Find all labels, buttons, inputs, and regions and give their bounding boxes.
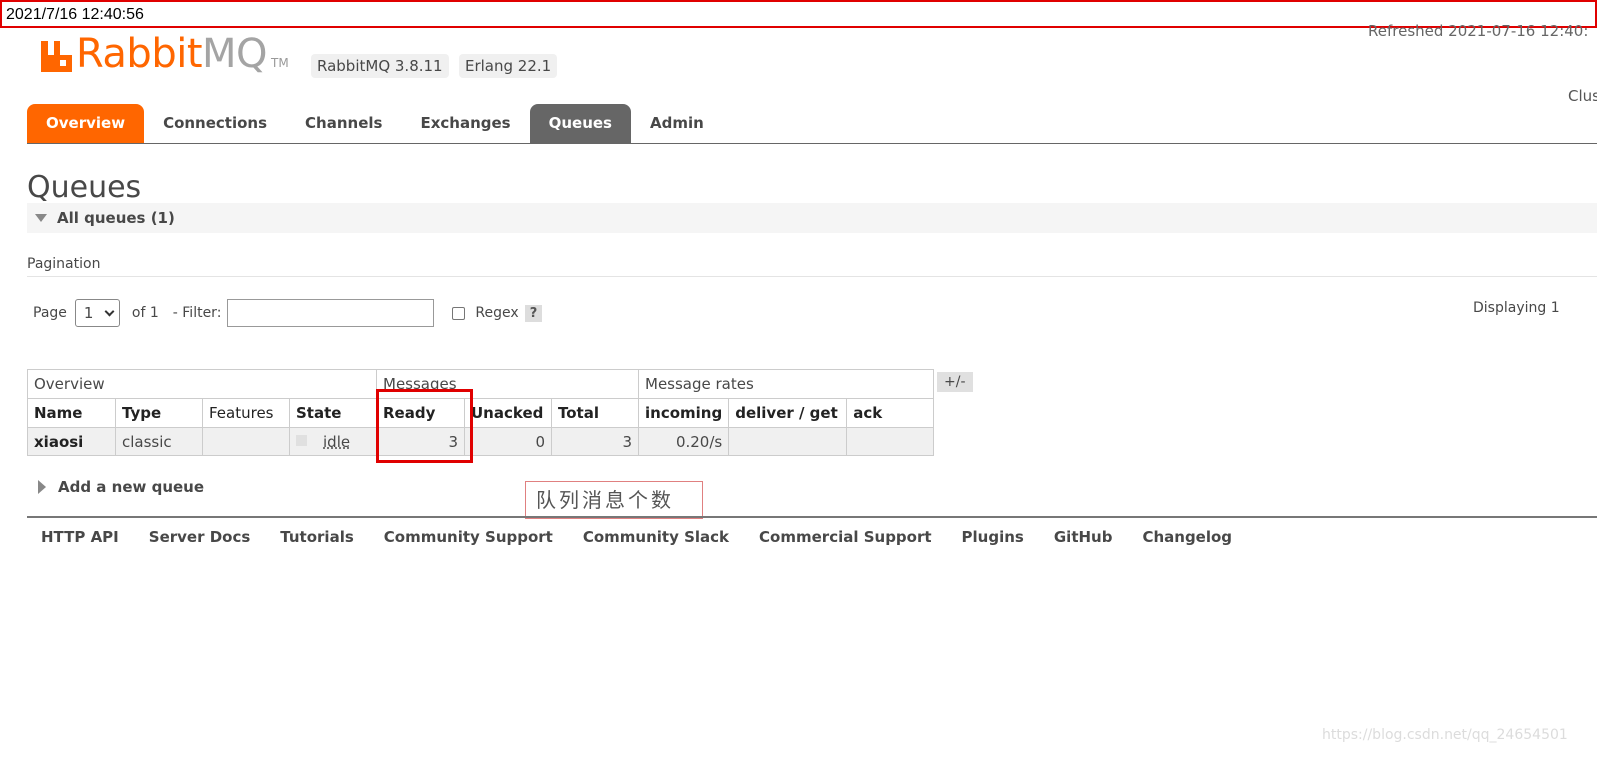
- annotation-callout: 队列消息个数: [525, 481, 703, 519]
- footer-link-http-api[interactable]: HTTP API: [41, 528, 119, 546]
- tab-queues[interactable]: Queues: [529, 104, 631, 143]
- rabbitmq-logo[interactable]: RabbitMQ TM: [40, 30, 289, 74]
- col-incoming[interactable]: incoming: [637, 398, 730, 428]
- group-overview: Overview: [27, 369, 377, 399]
- page-of-label: of 1: [131, 305, 159, 321]
- logo-tm: TM: [271, 56, 289, 70]
- filter-input[interactable]: [227, 299, 435, 327]
- queue-name-link[interactable]: xiaosi: [27, 427, 116, 456]
- state-indicator-icon: [296, 434, 307, 446]
- footer-link-tutorials[interactable]: Tutorials: [280, 528, 353, 546]
- cell-incoming: 0.20/s: [637, 427, 730, 456]
- columns-toggle-button[interactable]: +/-: [937, 372, 973, 392]
- footer-link-community-slack[interactable]: Community Slack: [583, 528, 729, 546]
- footer-link-plugins[interactable]: Plugins: [962, 528, 1024, 546]
- timestamp-bar: 2021/7/16 12:40:56: [0, 0, 1597, 28]
- add-queue-label: Add a new queue: [58, 478, 205, 496]
- col-features[interactable]: Features: [202, 398, 290, 428]
- state-label: idle: [323, 432, 351, 451]
- cell-deliver-get: [728, 427, 848, 456]
- page-select-value: 1: [83, 304, 94, 322]
- col-total[interactable]: Total: [551, 398, 639, 428]
- watermark: https://blog.csdn.net/qq_24654501: [1322, 727, 1568, 743]
- pagination-label: Pagination: [27, 256, 101, 272]
- logo-rabbit: Rabbit: [76, 31, 203, 77]
- cluster-text: Clus: [1568, 87, 1597, 105]
- logo-mq: MQ: [202, 31, 268, 77]
- queues-table: Overview Messages Message rates Name Typ…: [27, 369, 935, 456]
- filter-label: - Filter:: [172, 305, 222, 321]
- ready-highlight-box: [376, 389, 473, 463]
- page-title: Queues: [27, 170, 142, 205]
- col-deliver-get[interactable]: deliver / get: [728, 398, 848, 428]
- tab-connections[interactable]: Connections: [144, 104, 286, 143]
- all-queues-toggle[interactable]: All queues (1): [27, 203, 1597, 233]
- tab-admin[interactable]: Admin: [631, 104, 723, 143]
- rabbitmq-logo-icon: [40, 38, 74, 74]
- pagination-divider: [27, 276, 1597, 277]
- col-type[interactable]: Type: [115, 398, 203, 428]
- footer-divider: [27, 516, 1597, 518]
- cell-type: classic: [115, 427, 203, 456]
- cell-total: 3: [551, 427, 639, 456]
- cell-unacked: 0: [464, 427, 552, 456]
- group-message-rates: Message rates: [637, 369, 935, 399]
- add-queue-toggle[interactable]: Add a new queue: [38, 478, 204, 496]
- table-row[interactable]: xiaosi classic idle 3 0 3 0.20/s: [27, 427, 935, 456]
- footer-link-github[interactable]: GitHub: [1054, 528, 1113, 546]
- tab-channels[interactable]: Channels: [286, 104, 401, 143]
- main-nav-tabs: Overview Connections Channels Exchanges …: [27, 104, 1597, 144]
- regex-checkbox[interactable]: [452, 306, 466, 320]
- regex-help-button[interactable]: ?: [524, 304, 543, 322]
- all-queues-label: All queues (1): [57, 209, 175, 227]
- displaying-count: Displaying 1: [1473, 300, 1560, 316]
- logo-text: RabbitMQ: [76, 31, 268, 77]
- col-name[interactable]: Name: [27, 398, 116, 428]
- regex-label: Regex: [475, 305, 519, 321]
- tab-exchanges[interactable]: Exchanges: [401, 104, 529, 143]
- col-ack[interactable]: ack: [846, 398, 935, 428]
- tab-overview[interactable]: Overview: [27, 104, 145, 143]
- page-label: Page: [33, 305, 67, 321]
- version-badge: RabbitMQ 3.8.11: [311, 54, 449, 78]
- chevron-down-icon: [104, 306, 115, 316]
- col-unacked[interactable]: Unacked: [464, 398, 552, 428]
- erlang-badge: Erlang 22.1: [459, 54, 558, 78]
- refreshed-text: Refreshed 2021-07-16 12:40:: [1368, 22, 1589, 40]
- footer-link-community-support[interactable]: Community Support: [384, 528, 553, 546]
- footer-link-server-docs[interactable]: Server Docs: [149, 528, 251, 546]
- page-select[interactable]: 1: [74, 299, 120, 327]
- cell-ack: [846, 427, 935, 456]
- footer-links: HTTP API Server Docs Tutorials Community…: [41, 528, 1262, 546]
- pager: Page 1 of 1 - Filter: Regex ?: [33, 299, 543, 327]
- footer-link-commercial-support[interactable]: Commercial Support: [759, 528, 932, 546]
- footer-link-changelog[interactable]: Changelog: [1142, 528, 1232, 546]
- col-state[interactable]: State: [289, 398, 377, 428]
- cell-state: idle: [289, 427, 377, 456]
- cell-features: [202, 427, 290, 456]
- collapse-triangle-icon: [35, 214, 47, 222]
- expand-triangle-icon: [38, 480, 46, 494]
